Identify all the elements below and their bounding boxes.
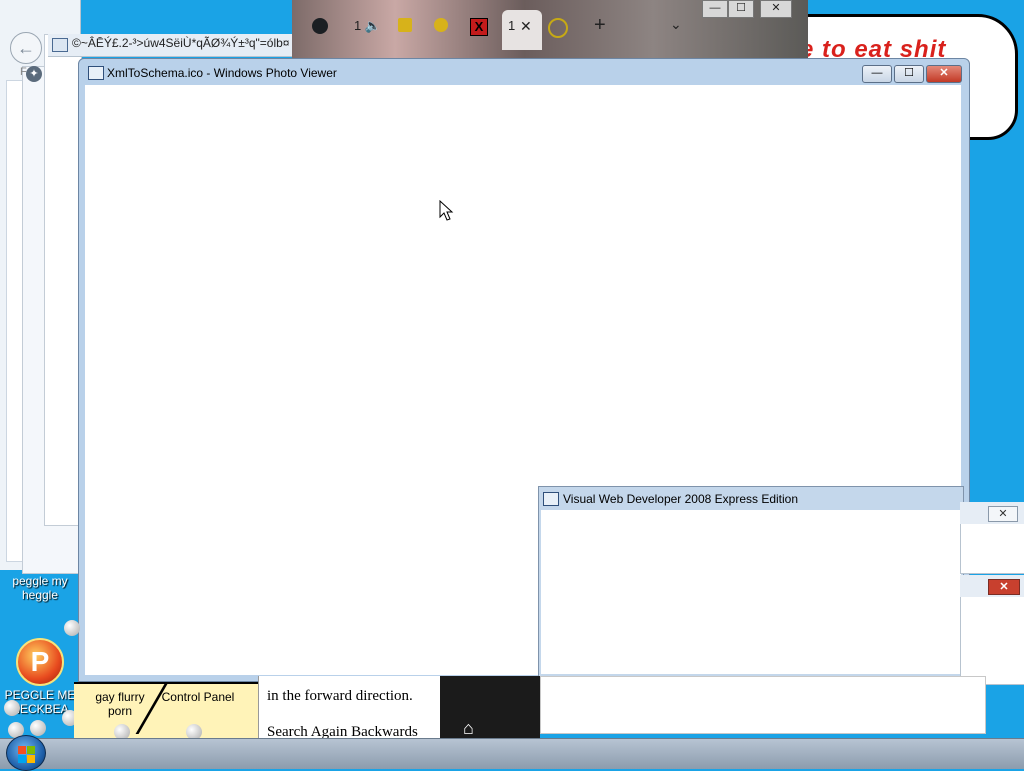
windows-flag-icon [27, 746, 35, 754]
back-button[interactable]: ← [10, 32, 42, 64]
peggle-ball-icon [4, 700, 20, 716]
browser-window-controls: — ☐ ✕ [702, 0, 798, 18]
compass-icon: ✦ [26, 66, 42, 82]
dialog-close-button[interactable]: ✕ [988, 579, 1020, 595]
browser-maximize-button[interactable]: ☐ [728, 0, 754, 18]
maximize-button[interactable]: ☐ [894, 65, 924, 83]
tab-close-icon[interactable]: ✕ [520, 18, 532, 35]
desktop-icon-gay-flurry-porn[interactable]: gay flurry porn [88, 690, 152, 718]
dark-window[interactable] [440, 676, 540, 738]
windows-flag-icon [27, 755, 35, 763]
yellow-favicon-icon[interactable] [434, 18, 448, 32]
browser-minimize-button[interactable]: — [702, 0, 728, 18]
column-letter: F [20, 66, 27, 78]
home-icon[interactable]: ⌂ [463, 718, 483, 738]
tab-menu-button[interactable]: ⌄ [670, 16, 682, 33]
yellow-circle-favicon-icon[interactable] [548, 18, 568, 38]
background-window-title: ©~ÂĒÝ£.2-³>úw4SëiÙ*qÃØ¾Ý±³q"=ólb¤ [72, 36, 290, 50]
github-icon[interactable] [312, 18, 328, 34]
minimize-button[interactable]: — [862, 65, 892, 83]
tab-active-label: 1 [508, 18, 516, 33]
windows-flag-icon [18, 746, 26, 754]
background-window-pane[interactable] [44, 34, 82, 526]
background-panel[interactable] [540, 676, 986, 734]
tab-audio[interactable]: 1 🔈 [354, 18, 381, 34]
peggle-ball-icon [64, 620, 80, 636]
start-button[interactable] [6, 735, 46, 771]
dialog-close-button[interactable]: ✕ [988, 506, 1018, 522]
mouse-cursor-icon [439, 200, 454, 221]
photo-viewer-title: XmlToSchema.ico - Windows Photo Viewer [107, 66, 337, 80]
browser-close-button[interactable]: ✕ [760, 0, 792, 18]
vwd-body[interactable] [541, 510, 961, 674]
x-favicon-icon[interactable]: X [470, 18, 488, 36]
peggle-ball-icon [30, 720, 46, 736]
taskbar[interactable] [0, 738, 1024, 769]
peggle-icon[interactable]: P [16, 638, 64, 686]
yellow-favicon-icon[interactable] [398, 18, 412, 32]
vwd-title: Visual Web Developer 2008 Express Editio… [563, 492, 799, 506]
photo-viewer-icon [88, 66, 104, 80]
help-text-line: in the forward direction. [267, 688, 413, 704]
desktop-icon-peggle-my-heggle[interactable]: peggle my heggle [4, 574, 76, 618]
windows-flag-icon [18, 755, 26, 763]
desktop-icon-control-panel[interactable]: Control Panel [158, 690, 238, 704]
browser-tab-strip[interactable]: 1 🔈 X 1 ✕ + ⌄ [296, 10, 756, 50]
window-icon [52, 38, 68, 52]
close-button[interactable]: ✕ [926, 65, 962, 83]
new-tab-button[interactable]: + [594, 14, 606, 37]
vwd-icon [543, 492, 559, 506]
